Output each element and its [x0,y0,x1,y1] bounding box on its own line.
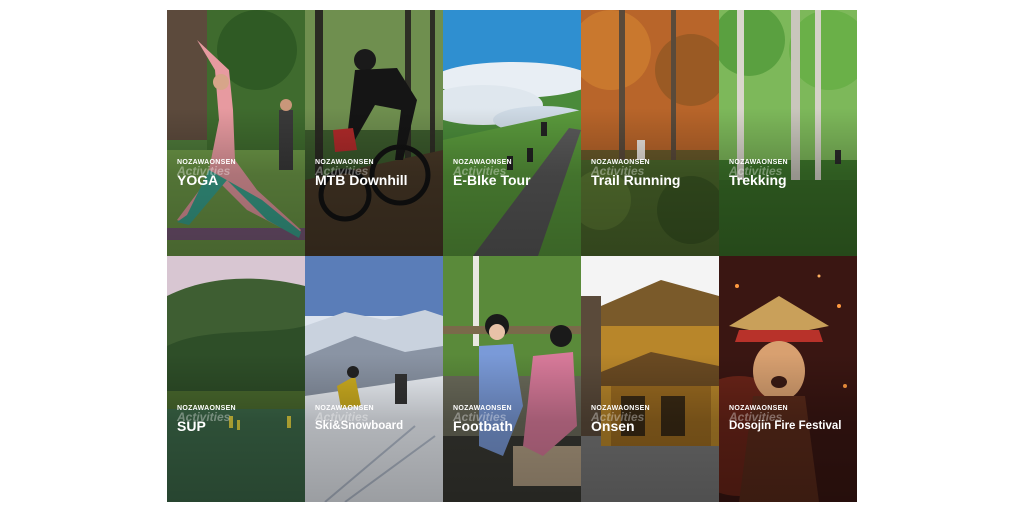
activity-title: E-BIke Tour [453,172,531,188]
activity-title: MTB Downhill [315,172,408,188]
caption: NOZAWAONSEN Activities MTB Downhill [315,158,439,188]
activity-card-sup[interactable]: NOZAWAONSEN Activities SUP [167,256,305,502]
caption: NOZAWAONSEN Activities YOGA [177,158,301,188]
caption: NOZAWAONSEN Activities SUP [177,404,301,434]
activity-title: Trekking [729,172,787,188]
caption: NOZAWAONSEN Activities Trekking [729,158,853,188]
activity-card-trekking[interactable]: NOZAWAONSEN Activities Trekking [719,10,857,256]
caption: NOZAWAONSEN Activities Onsen [591,404,715,434]
activity-title: SUP [177,418,206,434]
caption: NOZAWAONSEN Activities E-BIke Tour [453,158,577,188]
activity-title: YOGA [177,172,219,188]
activity-title: Trail Running [591,172,681,188]
activity-card-dosojin-fire-festival[interactable]: NOZAWAONSEN Activities Dosojin Fire Fest… [719,256,857,502]
caption: NOZAWAONSEN Activities Dosojin Fire Fest… [729,404,853,434]
activities-grid: NOZAWAONSEN Activities YOGA NOZAWAONSEN … [167,10,857,502]
activity-card-footbath[interactable]: NOZAWAONSEN Activities Footbath [443,256,581,502]
caption: NOZAWAONSEN Activities Footbath [453,404,577,434]
activity-card-mtb-downhill[interactable]: NOZAWAONSEN Activities MTB Downhill [305,10,443,256]
activity-title: Onsen [591,418,635,434]
activity-title: Footbath [453,418,513,434]
activity-title: Ski&Snowboard [315,420,404,432]
activity-card-ski-snowboard[interactable]: NOZAWAONSEN Activities Ski&Snowboard [305,256,443,502]
activity-card-trail-running[interactable]: NOZAWAONSEN Activities Trail Running [581,10,719,256]
activity-title: Dosojin Fire Festival [729,420,842,432]
caption: NOZAWAONSEN Activities Trail Running [591,158,715,188]
activity-card-onsen[interactable]: NOZAWAONSEN Activities Onsen [581,256,719,502]
caption: NOZAWAONSEN Activities Ski&Snowboard [315,404,439,434]
activity-card-yoga[interactable]: NOZAWAONSEN Activities YOGA [167,10,305,256]
activity-card-e-bike-tour[interactable]: NOZAWAONSEN Activities E-BIke Tour [443,10,581,256]
